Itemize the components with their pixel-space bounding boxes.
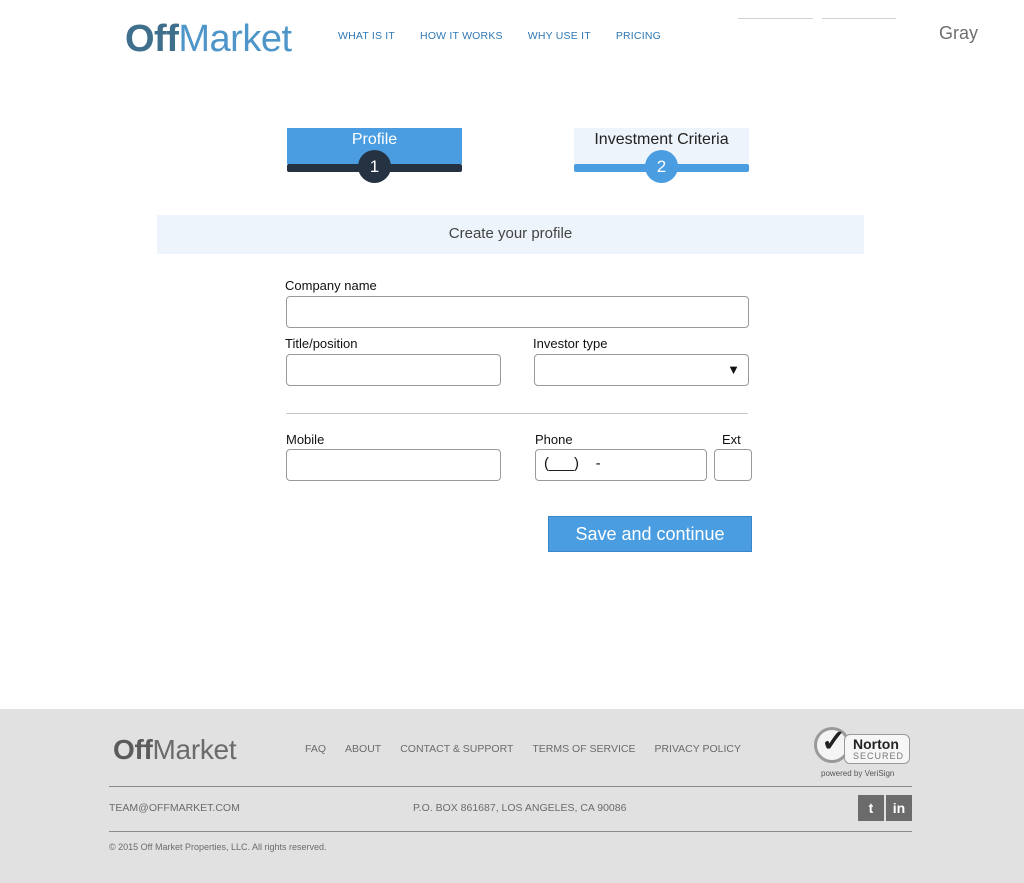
logo-off-text: Off: [125, 18, 179, 60]
nav-why-use-it[interactable]: WHY USE IT: [528, 30, 591, 42]
dropdown-arrow-icon: ▼: [727, 362, 740, 377]
save-and-continue-button[interactable]: Save and continue: [548, 516, 752, 552]
ext-label: Ext: [722, 432, 741, 447]
footer-link-faq[interactable]: FAQ: [305, 743, 326, 755]
header-blank-link-1[interactable]: [738, 18, 813, 19]
logo-market-text: Market: [178, 18, 292, 60]
company-name-label: Company name: [285, 278, 377, 293]
company-name-input[interactable]: [286, 296, 749, 328]
phone-input[interactable]: (___) -: [535, 449, 707, 481]
phone-label: Phone: [535, 432, 573, 447]
step-investment-criteria-number: 2: [645, 150, 678, 183]
footer-link-contact-support[interactable]: CONTACT & SUPPORT: [400, 743, 513, 755]
footer-logo-off-text: Off: [113, 734, 153, 765]
site-footer: OffMarket FAQ ABOUT CONTACT & SUPPORT TE…: [0, 709, 1024, 883]
footer-email-link[interactable]: TEAM@OFFMARKET.COM: [109, 802, 240, 814]
header-blank-link-2[interactable]: [822, 18, 896, 19]
norton-name: Norton: [853, 736, 899, 752]
footer-divider-bottom: [109, 831, 912, 832]
nav-how-it-works[interactable]: HOW IT WORKS: [420, 30, 503, 42]
mobile-input[interactable]: [286, 449, 501, 481]
footer-address: P.O. BOX 861687, LOS ANGELES, CA 90086: [413, 802, 627, 814]
step-investment-criteria[interactable]: Investment Criteria 2: [574, 128, 749, 183]
investor-type-label: Investor type: [533, 336, 608, 351]
step-profile-number: 1: [358, 150, 391, 183]
footer-logo-market-text: Market: [152, 734, 237, 765]
copyright-text: © 2015 Off Market Properties, LLC. All r…: [109, 842, 327, 852]
footer-link-privacy-policy[interactable]: PRIVACY POLICY: [654, 743, 741, 755]
ext-input[interactable]: [714, 449, 752, 481]
section-title: Create your profile: [157, 215, 864, 254]
nav-what-is-it[interactable]: WHAT IS IT: [338, 30, 395, 42]
title-position-label: Title/position: [285, 336, 358, 351]
footer-logo[interactable]: OffMarket: [113, 733, 237, 767]
footer-nav: FAQ ABOUT CONTACT & SUPPORT TERMS OF SER…: [305, 743, 760, 755]
mobile-label: Mobile: [286, 432, 325, 447]
norton-secured-text: SECURED: [853, 751, 905, 761]
main-nav: WHAT IS IT HOW IT WORKS WHY USE IT PRICI…: [338, 30, 686, 42]
form-divider: [286, 413, 748, 414]
footer-link-about[interactable]: ABOUT: [345, 743, 381, 755]
user-name[interactable]: Gray: [939, 23, 978, 44]
nav-pricing[interactable]: PRICING: [616, 30, 661, 42]
norton-secured-seal[interactable]: ✓ Norton SECURED powered by VeriSign: [814, 725, 912, 778]
title-position-input[interactable]: [286, 354, 501, 386]
norton-powered-by: powered by VeriSign: [821, 769, 895, 778]
norton-badge: Norton SECURED: [844, 734, 910, 764]
site-logo[interactable]: OffMarket: [125, 18, 292, 60]
footer-divider-top: [109, 786, 912, 787]
twitter-icon[interactable]: t: [858, 795, 884, 821]
phone-mask-text: (___) -: [544, 455, 601, 472]
linkedin-icon[interactable]: in: [886, 795, 912, 821]
step-profile[interactable]: Profile 1: [287, 128, 462, 183]
investor-type-select[interactable]: ▼: [534, 354, 749, 386]
footer-link-terms-of-service[interactable]: TERMS OF SERVICE: [532, 743, 635, 755]
